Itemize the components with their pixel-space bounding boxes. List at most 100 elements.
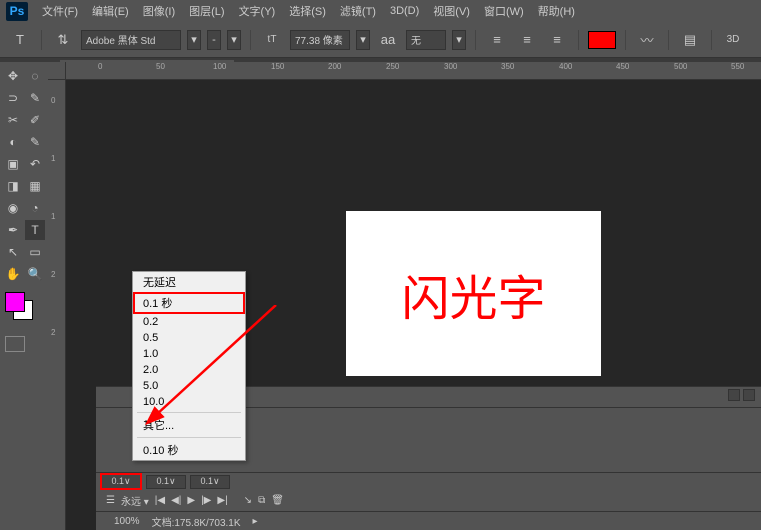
delay-option-0-2[interactable]: 0.2 — [133, 314, 245, 330]
eraser-tool[interactable]: ◨ — [3, 176, 23, 196]
document-info: 文档:175.8K/703.1K — [152, 514, 241, 529]
font-style-select[interactable]: - — [207, 30, 221, 50]
delay-option-current[interactable]: 0.10 秒 — [133, 440, 245, 460]
font-size-input[interactable]: 77.38 像素 — [290, 30, 350, 50]
font-style-dropdown-icon[interactable]: ▾ — [227, 30, 241, 50]
toolbox: ✥ ◌ ⊃ ✎ ✂ ✐ ◐ ✎ ▣ ↶ ◨ ▦ ◉ ◔ ✒ T ↖ ▭ ✋ 🔍 — [0, 62, 48, 356]
ruler-vertical: 0 1 1 2 2 — [48, 80, 66, 530]
menu-help[interactable]: 帮助(H) — [532, 1, 581, 21]
duplicate-frame-button[interactable]: ⧉ — [258, 495, 265, 506]
panel-menu-icon[interactable] — [743, 389, 755, 401]
align-right-button[interactable]: ≡ — [545, 28, 569, 52]
play-button[interactable]: ▶ — [187, 495, 195, 506]
ruler-tick: 0 — [51, 96, 55, 105]
crop-tool[interactable]: ✂ — [3, 110, 23, 130]
font-family-dropdown-icon[interactable]: ▾ — [187, 30, 201, 50]
blur-tool[interactable]: ◉ — [3, 198, 23, 218]
text-color-swatch[interactable] — [588, 31, 616, 49]
antialias-select[interactable]: 无 — [406, 30, 446, 50]
ruler-tick: 500 — [674, 62, 687, 71]
menubar: Ps 文件(F) 编辑(E) 图像(I) 图层(L) 文字(Y) 选择(S) 滤… — [0, 0, 761, 22]
move-tool[interactable]: ✥ — [3, 66, 23, 86]
menu-image[interactable]: 图像(I) — [137, 1, 181, 21]
menu-layer[interactable]: 图层(L) — [183, 1, 230, 21]
delay-option-2-0[interactable]: 2.0 — [133, 362, 245, 378]
align-center-button[interactable]: ≡ — [515, 28, 539, 52]
timeline-frame-delay-row: 0.1∨ 0.1∨ 0.1∨ — [96, 473, 761, 490]
ruler-tick: 200 — [328, 62, 341, 71]
app-logo: Ps — [6, 2, 28, 21]
frame-delay-3[interactable]: 0.1∨ — [190, 475, 230, 489]
next-frame-button[interactable]: |▶ — [201, 495, 211, 506]
menu-select[interactable]: 选择(S) — [283, 1, 332, 21]
frame-delay-1[interactable]: 0.1∨ — [100, 473, 142, 490]
menu-filter[interactable]: 滤镜(T) — [334, 1, 382, 21]
type-tool[interactable]: T — [25, 220, 45, 240]
font-size-dropdown-icon[interactable]: ▾ — [356, 30, 370, 50]
screen-mode-button[interactable] — [5, 336, 25, 352]
last-frame-button[interactable]: ▶| — [217, 495, 227, 506]
zoom-tool[interactable]: 🔍 — [25, 264, 45, 284]
first-frame-button[interactable]: |◀ — [155, 495, 165, 506]
menu-edit[interactable]: 编辑(E) — [86, 1, 135, 21]
options-bar: T ⇅ Adobe 黑体 Std ▾ - ▾ tT 77.38 像素 ▾ aa … — [0, 22, 761, 58]
delay-option-10-0[interactable]: 10.0 — [133, 394, 245, 410]
ruler-tick: 2 — [51, 328, 55, 337]
ruler-tick: 50 — [156, 62, 165, 71]
antialias-dropdown-icon[interactable]: ▾ — [452, 30, 466, 50]
marquee-tool[interactable]: ◌ — [25, 66, 45, 86]
timeline-playback-row: ☰ 永远 ▾ |◀ ◀| ▶ |▶ ▶| ↘ ⧉ 🗑 — [96, 490, 761, 512]
path-select-tool[interactable]: ↖ — [3, 242, 23, 262]
delay-option-0-5[interactable]: 0.5 — [133, 330, 245, 346]
history-brush-tool[interactable]: ↶ — [25, 154, 45, 174]
ruler-tick: 2 — [51, 270, 55, 279]
lasso-tool[interactable]: ⊃ — [3, 88, 23, 108]
eyedropper-tool[interactable]: ✐ — [25, 110, 45, 130]
quick-select-tool[interactable]: ✎ — [25, 88, 45, 108]
hand-tool[interactable]: ✋ — [3, 264, 23, 284]
ruler-tick: 350 — [501, 62, 514, 71]
canvas-text-layer: 闪光字 — [401, 259, 545, 329]
collapse-icon[interactable] — [728, 389, 740, 401]
frame-delay-2[interactable]: 0.1∨ — [146, 475, 186, 489]
tween-button[interactable]: ↘ — [244, 495, 252, 506]
ruler-tick: 150 — [271, 62, 284, 71]
delay-option-5-0[interactable]: 5.0 — [133, 378, 245, 394]
brush-tool[interactable]: ✎ — [25, 132, 45, 152]
menu-file[interactable]: 文件(F) — [36, 1, 84, 21]
delay-option-other[interactable]: 其它... — [133, 415, 245, 435]
delay-option-none[interactable]: 无延迟 — [133, 272, 245, 292]
menu-3d[interactable]: 3D(D) — [384, 3, 425, 19]
menu-type[interactable]: 文字(Y) — [233, 1, 282, 21]
ruler-tick: 250 — [386, 62, 399, 71]
text-3d-button[interactable]: 3D — [721, 28, 745, 52]
ruler-tick: 450 — [616, 62, 629, 71]
delay-option-1-0[interactable]: 1.0 — [133, 346, 245, 362]
align-left-button[interactable]: ≡ — [485, 28, 509, 52]
prev-frame-button[interactable]: ◀| — [171, 495, 181, 506]
gradient-tool[interactable]: ▦ — [25, 176, 45, 196]
stamp-tool[interactable]: ▣ — [3, 154, 23, 174]
menu-window[interactable]: 窗口(W) — [478, 1, 530, 21]
foreground-color-swatch[interactable] — [5, 292, 25, 312]
character-panel-button[interactable]: ▤ — [678, 28, 702, 52]
menu-view[interactable]: 视图(V) — [427, 1, 476, 21]
pen-tool[interactable]: ✒ — [3, 220, 23, 240]
divider — [711, 30, 712, 50]
antialias-label: aa — [376, 28, 400, 52]
status-bar: 100% 文档:175.8K/703.1K ▸ — [96, 512, 761, 530]
delay-option-0-1[interactable]: 0.1 秒 — [133, 292, 245, 314]
loop-select[interactable]: 永远 ▾ — [121, 493, 149, 508]
shape-tool[interactable]: ▭ — [25, 242, 45, 262]
delete-frame-button[interactable]: 🗑 — [271, 495, 284, 506]
healing-tool[interactable]: ◐ — [3, 132, 23, 152]
menu-separator — [137, 412, 241, 413]
canvas-document[interactable]: 闪光字 — [346, 211, 601, 376]
status-dropdown-icon[interactable]: ▸ — [253, 516, 258, 527]
zoom-level[interactable]: 100% — [114, 516, 140, 527]
orientation-toggle[interactable]: ⇅ — [51, 28, 75, 52]
font-family-select[interactable]: Adobe 黑体 Std — [81, 30, 181, 50]
dodge-tool[interactable]: ◔ — [25, 198, 45, 218]
timeline-toggle-button[interactable]: ☰ — [106, 495, 115, 506]
warp-text-button[interactable]: 〰 — [635, 28, 659, 52]
